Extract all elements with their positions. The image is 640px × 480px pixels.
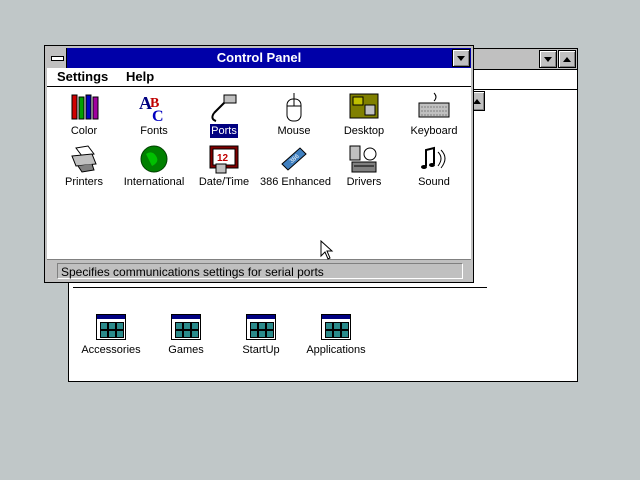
group-icon-startup[interactable]: StartUp [221,314,301,356]
cp-item-label: Sound [418,176,450,188]
cp-item-date-time[interactable]: 12 Date/Time [189,144,259,189]
group-label: Accessories [81,344,141,356]
minimize-button[interactable] [452,49,470,67]
program-group-icon [171,314,201,340]
cp-item-sound[interactable]: Sound [399,144,469,189]
group-label: StartUp [242,344,280,356]
status-bar: Specifies communications settings for se… [47,259,471,281]
mouse-pointer-icon [320,240,334,260]
cp-item-label: 386 Enhanced [260,176,331,188]
fonts-icon: A B C [139,93,164,123]
cp-item-label: Keyboard [410,125,458,137]
system-menu-button[interactable] [47,48,67,68]
group-icon-applications[interactable]: Applications [296,314,376,356]
sound-icon [421,146,446,169]
window-title: Control Panel [216,50,302,65]
menu-bar: Settings Help [47,68,471,87]
mouse-icon [286,93,302,122]
cp-item-drivers[interactable]: Drivers [329,144,399,189]
cp-item-printers[interactable]: Printers [49,144,119,189]
cp-item-label: Printers [65,176,103,188]
cp-item-label: Ports [210,124,238,138]
color-icon [71,94,99,120]
cp-item-keyboard[interactable]: Keyboard [399,91,469,138]
cp-item-label: Color [70,125,98,137]
calendar-clock-icon: 12 [209,145,239,174]
cp-item-international[interactable]: International [119,144,189,189]
maximize-button[interactable] [558,50,576,68]
cp-item-label: Date/Time [198,176,250,188]
printer-icon [71,145,97,173]
menu-help[interactable]: Help [126,69,154,85]
keyboard-icon [418,92,450,118]
globe-icon [140,145,168,173]
desktop-icon [349,93,379,119]
program-group-icon [96,314,126,340]
cp-item-label: Drivers [346,176,382,188]
cp-item-ports[interactable]: Ports [189,91,259,138]
system-menu-icon [51,56,64,61]
menu-settings[interactable]: Settings [57,69,108,85]
cp-item-386-enhanced[interactable]: 386 386 Enhanced [259,144,331,189]
cp-item-color[interactable]: Color [49,91,119,138]
group-label: Games [168,344,204,356]
group-icon-accessories[interactable]: Accessories [71,314,151,356]
cp-item-fonts[interactable]: A B C Fonts [119,91,189,138]
cp-item-label: Fonts [140,125,168,137]
chevron-up-icon [473,98,481,104]
chip-icon: 386 [281,147,307,171]
cp-item-desktop[interactable]: Desktop [329,91,399,138]
status-text: Specifies communications settings for se… [57,263,463,279]
chevron-down-icon [457,55,465,61]
control-panel-icon-area: Color A B C Fonts Ports Mouse Desktop Ke… [47,87,471,259]
control-panel-titlebar[interactable]: Control Panel [47,48,471,68]
svg-text:C: C [152,108,164,123]
program-group-icon [321,314,351,340]
group-label: Applications [306,344,366,356]
group-icon-games[interactable]: Games [146,314,226,356]
ports-icon [211,94,237,122]
drivers-icon [349,145,377,173]
cp-item-label: Mouse [277,125,311,137]
svg-text:12: 12 [217,153,229,164]
divider [73,287,487,288]
chevron-up-icon [563,56,571,62]
program-group-icon [246,314,276,340]
cp-item-label: International [123,176,185,188]
cp-item-label: Desktop [343,125,385,137]
control-panel-window: Control Panel Settings Help Color A B C … [44,45,474,283]
chevron-down-icon [544,56,552,62]
minimize-button[interactable] [539,50,557,68]
cp-item-mouse[interactable]: Mouse [259,91,329,138]
